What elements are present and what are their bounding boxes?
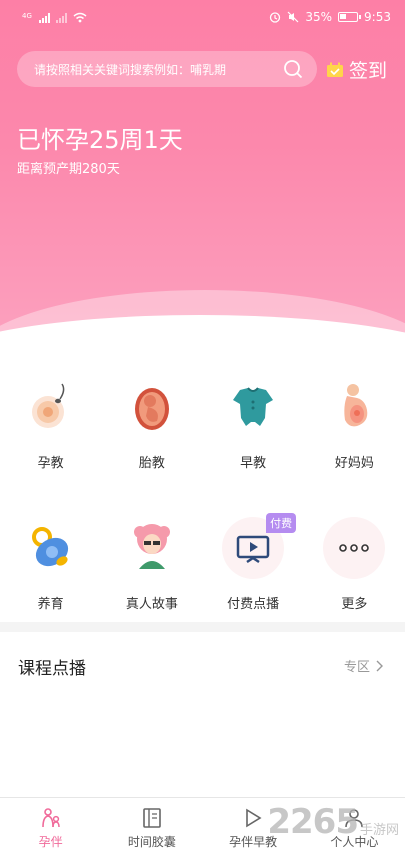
nav-label: 时间胶囊 xyxy=(127,835,176,849)
grid-item-zhenrengushi[interactable]: 真人故事 xyxy=(101,517,202,612)
grid-label: 孕教 xyxy=(37,456,64,471)
baby-onesie-icon xyxy=(222,376,284,438)
section-link-label: 专区 xyxy=(343,660,370,675)
status-time: 9:53 xyxy=(364,10,391,24)
mom-baby-icon xyxy=(41,808,60,828)
fetus-icon xyxy=(121,376,183,438)
grid-item-taijiao[interactable]: 胎教 xyxy=(101,376,202,471)
battery-icon xyxy=(338,12,362,22)
grid-label: 付费点播 xyxy=(227,597,280,612)
search-bar[interactable]: 请按照相关关键词搜索例如：哺乳期 xyxy=(17,51,317,87)
section-more-link[interactable]: 专区 xyxy=(344,656,383,675)
grid-item-yunjiao[interactable]: 孕教 xyxy=(0,376,101,471)
video-play-icon: 付费 xyxy=(222,513,297,579)
mute-icon xyxy=(287,11,299,23)
grid-label: 早教 xyxy=(240,456,267,471)
calendar-check-icon xyxy=(327,62,343,77)
signal-icon-secondary xyxy=(55,12,67,23)
search-input[interactable]: 请按照相关关键词搜索例如：哺乳期 xyxy=(34,61,277,78)
wifi-icon xyxy=(73,12,87,22)
site-watermark: 2265 手游网 xyxy=(267,802,399,842)
grid-label: 好妈妈 xyxy=(334,456,374,471)
grid-label: 真人故事 xyxy=(125,597,178,612)
grid-item-gengduo[interactable]: 更多 xyxy=(304,517,405,612)
due-date-countdown: 距离预产期280天 xyxy=(17,162,120,177)
category-grid: 孕教 胎教 早教 好妈妈 养育 真人故事 付费 付费点播 更多 xyxy=(0,376,405,612)
grid-item-haomama[interactable]: 好妈妈 xyxy=(304,376,405,471)
grid-label: 胎教 xyxy=(138,456,165,471)
pacifier-icon xyxy=(20,517,82,579)
watermark-text: 手游网 xyxy=(359,823,399,838)
signin-label: 签到 xyxy=(349,60,388,82)
nav-item-time-capsule[interactable]: 时间胶囊 xyxy=(101,798,202,854)
alarm-icon xyxy=(270,12,281,23)
network-type: 4G xyxy=(22,11,32,20)
section-divider xyxy=(0,622,405,632)
book-icon xyxy=(143,808,161,828)
paid-badge: 付费 xyxy=(266,513,297,533)
grid-item-yangyu[interactable]: 养育 xyxy=(0,517,101,612)
grid-label: 更多 xyxy=(341,597,368,612)
signal-icon xyxy=(38,12,50,23)
pregnant-mom-icon xyxy=(323,376,385,438)
woman-avatar-icon xyxy=(121,517,183,579)
play-icon xyxy=(246,808,262,828)
grid-label: 养育 xyxy=(37,597,64,612)
pregnancy-week: 已怀孕25周1天 xyxy=(17,126,183,154)
grid-item-fufeidianbo[interactable]: 付费 付费点播 xyxy=(203,513,304,612)
signin-button[interactable]: 签到 xyxy=(326,56,387,83)
section-title: 课程点播 xyxy=(18,659,86,679)
battery-percent: 35% xyxy=(305,10,333,24)
search-icon[interactable] xyxy=(283,59,303,79)
watermark-number: 2265 xyxy=(267,802,359,842)
chevron-right-icon xyxy=(376,660,383,671)
more-dots-icon xyxy=(323,517,386,579)
grid-item-zaojiao[interactable]: 早教 xyxy=(203,376,304,471)
status-bar: 4G 35% 9:53 xyxy=(0,0,405,34)
nav-label: 孕伴 xyxy=(38,835,63,849)
nav-item-yunban[interactable]: 孕伴 xyxy=(0,798,101,854)
sperm-egg-icon xyxy=(20,376,82,438)
